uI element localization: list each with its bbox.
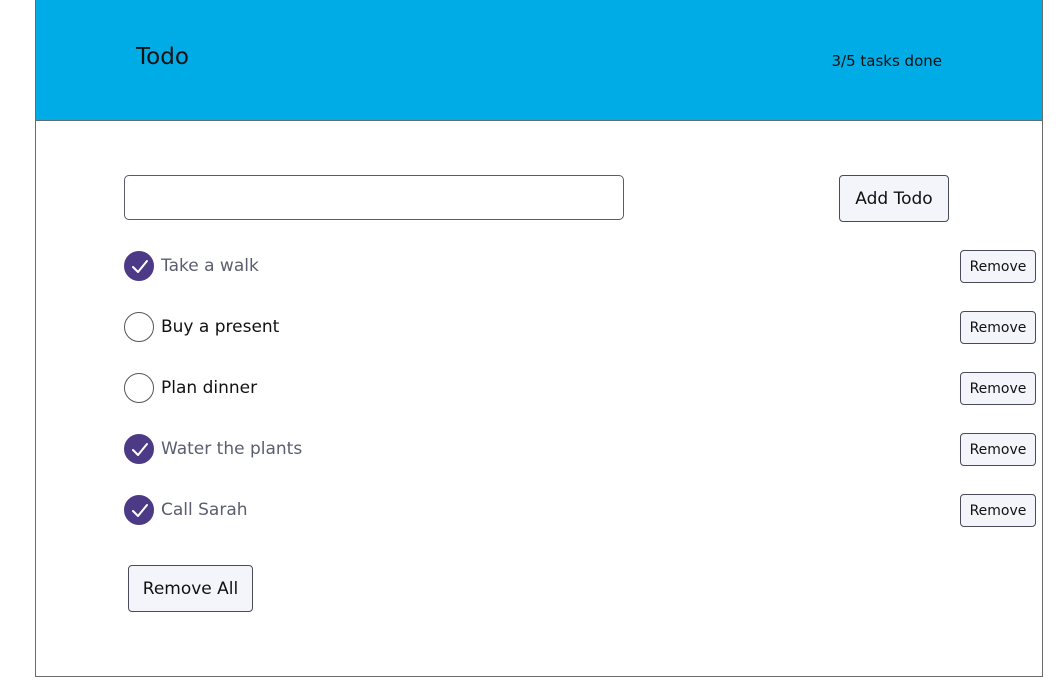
todo-check-toggle[interactable] <box>124 312 154 342</box>
checkmark-icon <box>132 504 148 517</box>
todo-check-toggle[interactable] <box>124 373 154 403</box>
remove-all-button[interactable]: Remove All <box>128 565 253 612</box>
todo-check-toggle[interactable] <box>124 434 154 464</box>
new-todo-input[interactable] <box>124 175 624 220</box>
todo-item: Call Sarah Remove <box>124 494 1036 528</box>
app-title: Todo <box>136 44 189 70</box>
todo-item: Take a walk Remove <box>124 250 1036 284</box>
todo-app: Todo 3/5 tasks done Add Todo Take a walk… <box>35 0 1043 677</box>
todo-text: Call Sarah <box>161 500 248 520</box>
remove-todo-button[interactable]: Remove <box>960 372 1036 405</box>
todo-text: Plan dinner <box>161 378 258 398</box>
tasks-done-counter: 3/5 tasks done <box>831 52 942 70</box>
remove-todo-button[interactable]: Remove <box>960 494 1036 527</box>
todo-item: Water the plants Remove <box>124 433 1036 467</box>
checkmark-icon <box>132 260 148 273</box>
todo-check-toggle[interactable] <box>124 251 154 281</box>
checkmark-icon <box>132 443 148 456</box>
remove-todo-button[interactable]: Remove <box>960 250 1036 283</box>
remove-todo-button[interactable]: Remove <box>960 311 1036 344</box>
todo-text: Water the plants <box>161 439 303 459</box>
todo-item: Plan dinner Remove <box>124 372 1036 406</box>
todo-text: Take a walk <box>161 256 259 276</box>
todo-text: Buy a present <box>161 317 280 337</box>
remove-todo-button[interactable]: Remove <box>960 433 1036 466</box>
add-todo-button[interactable]: Add Todo <box>839 175 949 222</box>
todo-check-toggle[interactable] <box>124 495 154 525</box>
app-header: Todo 3/5 tasks done <box>36 0 1042 121</box>
todo-item: Buy a present Remove <box>124 311 1036 345</box>
